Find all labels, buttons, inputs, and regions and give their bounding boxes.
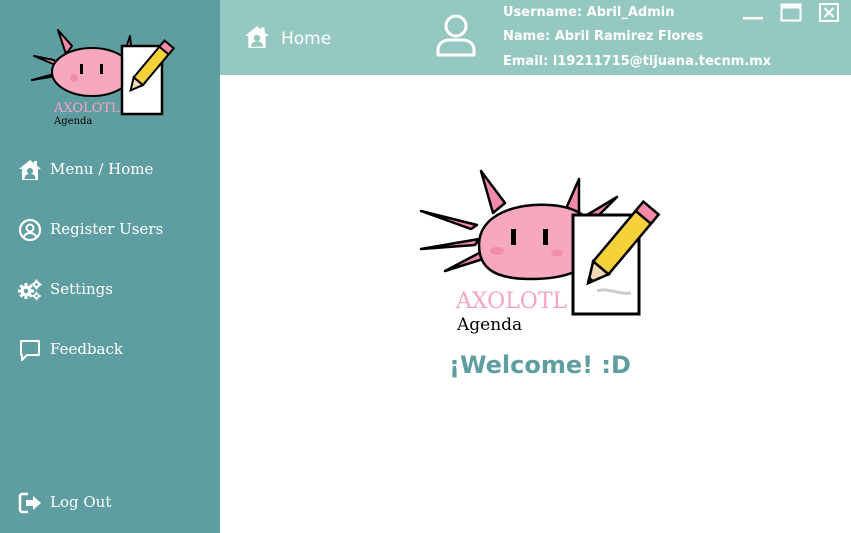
sidebar: AXOLOTL Agenda Menu / Home Register User… [0, 0, 220, 533]
logo-title: AXOLOTL [53, 101, 120, 116]
home-user-icon [245, 26, 269, 48]
user-name: Name: Abril Ramirez Flores [503, 29, 704, 44]
user-username: Username: Abril_Admin [503, 5, 675, 20]
speech-bubble-icon [20, 340, 40, 361]
gears-icon [18, 279, 42, 301]
logo-subtitle: Agenda [456, 315, 522, 335]
close-icon[interactable] [818, 2, 840, 24]
breadcrumb-label: Home [281, 29, 332, 49]
sidebar-item-feedback[interactable]: Feedback [0, 330, 220, 370]
sidebar-item-label: Log Out [50, 493, 112, 511]
app-logo: AXOLOTL Agenda [31, 29, 176, 127]
user-email: Email: l19211715@tijuana.tecnm.mx [503, 54, 772, 69]
maximize-icon[interactable] [780, 2, 802, 24]
user-outline-icon [436, 14, 476, 57]
welcome-message: ¡Welcome! :D [449, 351, 631, 379]
header-bar: Home Username: Abril_Admin Name: Abril R… [220, 0, 851, 75]
logo-title: AXOLOTL [455, 289, 568, 314]
sidebar-item-label: Feedback [50, 340, 123, 358]
sidebar-item-logout[interactable]: Log Out [0, 483, 220, 523]
logo-subtitle: Agenda [53, 116, 92, 127]
main-logo: AXOLOTL Agenda [419, 169, 661, 335]
sidebar-item-settings[interactable]: Settings [0, 270, 220, 310]
sidebar-item-menu-home[interactable]: Menu / Home [0, 150, 220, 190]
home-user-icon [19, 160, 41, 180]
sidebar-item-label: Menu / Home [50, 160, 154, 178]
minimize-icon[interactable] [742, 2, 764, 24]
sidebar-item-label: Register Users [50, 220, 164, 238]
sidebar-item-label: Settings [50, 280, 113, 298]
sidebar-item-register-users[interactable]: Register Users [0, 210, 220, 250]
user-circle-icon [18, 218, 42, 242]
logout-icon [18, 492, 41, 514]
